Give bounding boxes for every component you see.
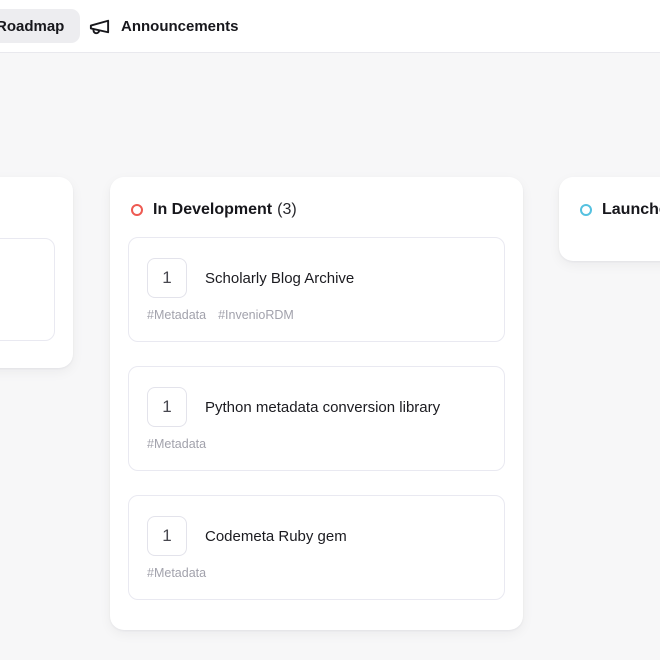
- column-count: (3): [277, 200, 297, 218]
- card-tags: #Metadata: [147, 566, 486, 580]
- tag: #Metadata: [147, 308, 207, 322]
- column-header: Launched: [559, 177, 660, 219]
- vote-count: 1: [162, 268, 172, 287]
- tab-announcements-label: Announcements: [121, 18, 239, 35]
- tag: #Metadata: [147, 566, 207, 580]
- status-dot-icon: [580, 203, 592, 216]
- column-header: In Development (3): [110, 177, 523, 219]
- card-list: 1 Scholarly Blog Archive #Metadata #Inve…: [110, 219, 523, 600]
- card-title: Python metadata conversion library: [205, 398, 441, 416]
- column-title: Launched: [602, 200, 660, 218]
- card-title: Scholarly Blog Archive: [205, 269, 355, 287]
- vote-count-badge[interactable]: 1: [147, 516, 187, 556]
- vote-count-badge[interactable]: 1: [147, 258, 187, 298]
- column-left-partial: [0, 177, 73, 368]
- tab-announcements[interactable]: Announcements: [88, 0, 239, 53]
- vote-count-badge[interactable]: 1: [147, 387, 187, 427]
- tag: #Metadata: [147, 437, 207, 451]
- column-title: In Development: [153, 200, 273, 218]
- column-launched: Launched: [559, 177, 660, 261]
- column-in-development: In Development (3) 1 Scholarly Blog Arch…: [110, 177, 523, 630]
- card-tags: #Metadata: [147, 437, 486, 451]
- vote-count: 1: [162, 397, 172, 416]
- tag: #InvenioRDM: [218, 308, 294, 322]
- card-tags: #Metadata #InvenioRDM: [147, 308, 486, 322]
- status-dot-icon: [131, 203, 143, 216]
- card-codemeta-ruby-gem[interactable]: 1 Codemeta Ruby gem #Metadata: [128, 495, 505, 600]
- card-partial[interactable]: [0, 238, 55, 341]
- tab-roadmap[interactable]: Roadmap: [0, 9, 81, 43]
- tab-roadmap-label: Roadmap: [0, 17, 65, 35]
- top-navigation: Roadmap Announcements: [0, 0, 660, 53]
- megaphone-icon: [88, 15, 111, 38]
- vote-count: 1: [162, 526, 172, 545]
- card-python-metadata-conversion-library[interactable]: 1 Python metadata conversion library #Me…: [128, 366, 505, 471]
- card-scholarly-blog-archive[interactable]: 1 Scholarly Blog Archive #Metadata #Inve…: [128, 237, 505, 342]
- card-title: Codemeta Ruby gem: [205, 527, 347, 545]
